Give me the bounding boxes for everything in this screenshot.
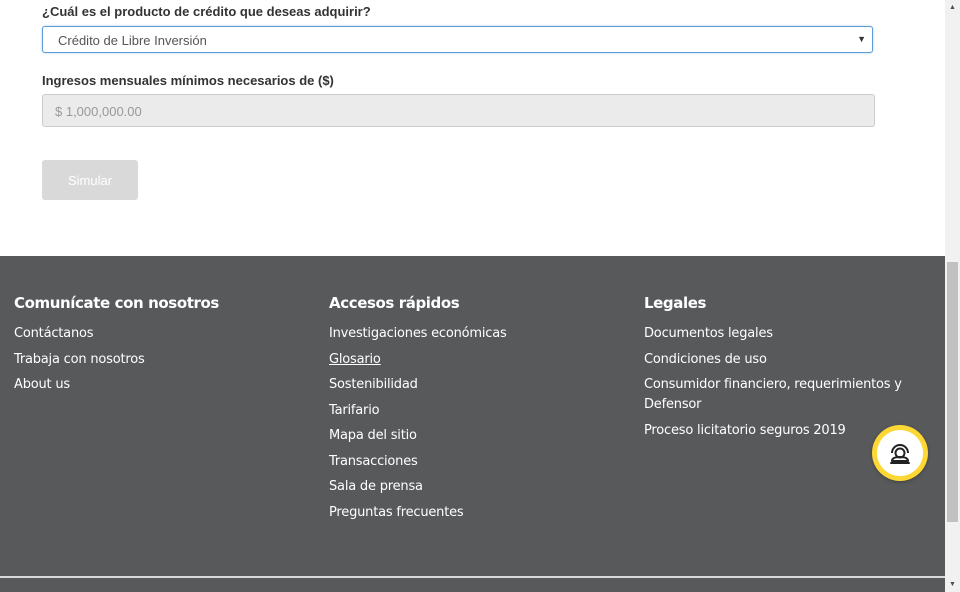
simulator-form: ¿Cuál es el producto de crédito que dese… [0, 0, 945, 256]
scroll-up-arrow-icon[interactable]: ▲ [945, 0, 960, 15]
footer-link-press[interactable]: Sala de prensa [329, 477, 507, 497]
product-select[interactable]: Crédito de Libre Inversión ▼ [42, 26, 873, 53]
site-footer: Comunícate con nosotros Contáctanos Trab… [0, 256, 945, 592]
support-agent-icon [890, 444, 910, 464]
footer-contact-title: Comunícate con nosotros [14, 294, 219, 312]
chat-button-inner [877, 430, 923, 476]
footer-link-transactions[interactable]: Transacciones [329, 452, 507, 472]
footer-link-research[interactable]: Investigaciones económicas [329, 324, 507, 344]
scrollbar-thumb[interactable] [947, 262, 958, 522]
income-field: $ 1,000,000.00 [42, 94, 875, 127]
footer-link-sustainability[interactable]: Sostenibilidad [329, 375, 507, 395]
product-select-value: Crédito de Libre Inversión [58, 33, 207, 48]
footer-link-legal-docs[interactable]: Documentos legales [644, 324, 906, 344]
footer-link-glossary[interactable]: Glosario [329, 350, 507, 370]
footer-link-faq[interactable]: Preguntas frecuentes [329, 503, 507, 523]
footer-quick-access-title: Accesos rápidos [329, 294, 460, 312]
footer-link-rates[interactable]: Tarifario [329, 401, 507, 421]
footer-link-about[interactable]: About us [14, 375, 219, 395]
footer-link-consumer[interactable]: Consumidor financiero, requerimientos y … [644, 375, 906, 415]
chat-support-button[interactable] [872, 425, 928, 481]
chevron-down-icon: ▼ [857, 34, 866, 44]
footer-link-careers[interactable]: Trabaja con nosotros [14, 350, 219, 370]
page-scrollbar[interactable]: ▲ ▼ [945, 0, 960, 592]
footer-legal-column: Legales Documentos legales Condiciones d… [644, 294, 906, 446]
footer-divider [0, 576, 945, 578]
income-label: Ingresos mensuales mínimos necesarios de… [42, 73, 334, 88]
footer-legal-title: Legales [644, 294, 707, 312]
footer-link-contact[interactable]: Contáctanos [14, 324, 219, 344]
footer-link-insurance-tender[interactable]: Proceso licitatorio seguros 2019 [644, 421, 906, 441]
footer-quick-access-column: Accesos rápidos Investigaciones económic… [329, 294, 507, 528]
simulate-button[interactable]: Simular [42, 160, 138, 200]
scroll-down-arrow-icon[interactable]: ▼ [945, 577, 960, 592]
footer-link-sitemap[interactable]: Mapa del sitio [329, 426, 507, 446]
product-question-label: ¿Cuál es el producto de crédito que dese… [42, 4, 371, 19]
footer-link-terms[interactable]: Condiciones de uso [644, 350, 906, 370]
footer-contact-column: Comunícate con nosotros Contáctanos Trab… [14, 294, 219, 401]
